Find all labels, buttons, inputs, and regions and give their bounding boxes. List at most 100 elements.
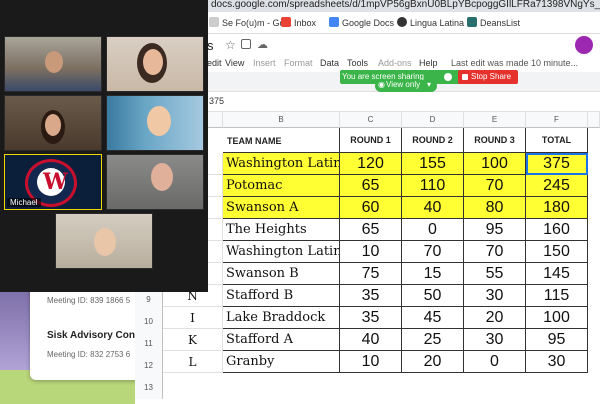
column-header-b[interactable]: B <box>223 112 340 128</box>
video-tile[interactable] <box>4 36 102 92</box>
cell-team[interactable]: The Heights <box>223 219 340 241</box>
menu-insert[interactable]: Insert <box>253 58 276 68</box>
cell-team[interactable]: Swanson B <box>223 263 340 285</box>
cell-r3[interactable]: 80 <box>464 197 526 219</box>
bookmark-item[interactable]: DeansList <box>467 17 520 28</box>
column-header-g[interactable] <box>588 112 600 128</box>
cell-r1[interactable]: 35 <box>340 285 402 307</box>
cell-r2[interactable]: 155 <box>402 153 464 175</box>
cell-r3[interactable]: 30 <box>464 285 526 307</box>
row-number[interactable]: 9 <box>135 289 163 311</box>
cell-r3[interactable]: 95 <box>464 219 526 241</box>
cell-r3[interactable]: 0 <box>464 351 526 373</box>
cell-total[interactable]: 160 <box>526 219 588 241</box>
cell-r2[interactable]: 110 <box>402 175 464 197</box>
cell-r2[interactable]: 0 <box>402 219 464 241</box>
video-tile[interactable] <box>4 95 102 151</box>
cell-r3[interactable]: 20 <box>464 307 526 329</box>
header-total[interactable]: TOTAL <box>526 128 588 153</box>
bookmark-item[interactable]: Se Fo(u)m - Go... <box>209 17 292 28</box>
cell-team[interactable]: Lake Braddock <box>223 307 340 329</box>
video-tile[interactable] <box>106 95 204 151</box>
cell-total[interactable]: 95 <box>526 329 588 351</box>
last-edit-link[interactable]: Last edit was made 10 minute... <box>451 58 578 68</box>
cell-total[interactable]: 145 <box>526 263 588 285</box>
video-tile[interactable] <box>106 36 204 92</box>
row-number[interactable]: 11 <box>135 333 163 355</box>
view-only-badge[interactable]: ◉ View only ▾ <box>375 80 437 92</box>
cell-rank[interactable]: K <box>163 329 223 351</box>
cell-rank[interactable]: I <box>163 307 223 329</box>
header-round-1[interactable]: ROUND 1 <box>340 128 402 153</box>
cell-r1[interactable]: 65 <box>340 219 402 241</box>
row-number[interactable]: 13 <box>135 377 163 399</box>
cell-r1[interactable]: 120 <box>340 153 402 175</box>
column-header-f[interactable]: F <box>526 112 588 128</box>
score-text: 45 <box>423 309 442 326</box>
cell-total[interactable]: 375 <box>526 153 588 175</box>
cell-r1[interactable]: 35 <box>340 307 402 329</box>
cell-total[interactable]: 115 <box>526 285 588 307</box>
cell-team[interactable]: Stafford A <box>223 329 340 351</box>
menu-data[interactable]: Data <box>320 58 339 68</box>
cell-r2[interactable]: 40 <box>402 197 464 219</box>
video-tile[interactable] <box>106 154 204 210</box>
cell-r3[interactable]: 30 <box>464 329 526 351</box>
column-header-e[interactable]: E <box>464 112 526 128</box>
cell-r3[interactable]: 55 <box>464 263 526 285</box>
cell-r2[interactable]: 50 <box>402 285 464 307</box>
cell-r1[interactable]: 60 <box>340 197 402 219</box>
cell-r1[interactable]: 40 <box>340 329 402 351</box>
menu-view[interactable]: View <box>225 58 244 68</box>
menu-edit[interactable]: edit <box>207 58 222 68</box>
cell-total[interactable]: 100 <box>526 307 588 329</box>
cell-total[interactable]: 245 <box>526 175 588 197</box>
cell-team[interactable]: Potomac <box>223 175 340 197</box>
column-header-c[interactable]: C <box>340 112 402 128</box>
menu-tools[interactable]: Tools <box>347 58 368 68</box>
cell-team[interactable]: Washington Latin A <box>223 241 340 263</box>
cell-r1[interactable]: 65 <box>340 175 402 197</box>
stop-share-button[interactable]: Stop Share <box>458 70 518 84</box>
menu-addons[interactable]: Add-ons <box>378 58 412 68</box>
bookmark-item[interactable]: Inbox <box>281 17 316 28</box>
bookmark-item[interactable]: Lingua Latina <box>397 17 464 28</box>
cell-r2[interactable]: 70 <box>402 241 464 263</box>
avatar[interactable] <box>575 36 593 54</box>
cell-total[interactable]: 150 <box>526 241 588 263</box>
video-tile-active-speaker[interactable]: W Michael <box>4 154 102 210</box>
column-header-d[interactable]: D <box>402 112 464 128</box>
cell-team[interactable]: Washington Latin B <box>223 153 340 175</box>
formula-value[interactable]: 375 <box>209 96 224 106</box>
cell-r2[interactable]: 15 <box>402 263 464 285</box>
row-number[interactable]: 12 <box>135 355 163 377</box>
cell-total[interactable]: 180 <box>526 197 588 219</box>
url-text[interactable]: docs.google.com/spreadsheets/d/1mpVP56gB… <box>211 0 600 10</box>
cell-r3[interactable]: 70 <box>464 241 526 263</box>
cell-r1[interactable]: 10 <box>340 351 402 373</box>
cell-rank[interactable]: L <box>163 351 223 373</box>
row-number[interactable]: 10 <box>135 311 163 333</box>
header-round-2[interactable]: ROUND 2 <box>402 128 464 153</box>
cell-team[interactable]: Stafford B <box>223 285 340 307</box>
cell-team[interactable]: Swanson A <box>223 197 340 219</box>
header-team-name[interactable]: TEAM NAME <box>223 128 340 153</box>
cell-r1[interactable]: 10 <box>340 241 402 263</box>
menu-format[interactable]: Format <box>284 58 313 68</box>
star-icon[interactable]: ☆ <box>225 38 236 52</box>
cell-r3[interactable]: 100 <box>464 153 526 175</box>
bookmark-item[interactable]: Google Docs <box>329 17 394 28</box>
meeting-title[interactable]: Sisk Advisory Con <box>47 330 135 341</box>
score-text: 10 <box>361 353 380 370</box>
cell-total[interactable]: 30 <box>526 351 588 373</box>
video-tile[interactable] <box>55 213 153 269</box>
header-round-3[interactable]: ROUND 3 <box>464 128 526 153</box>
cell-team[interactable]: Granby <box>223 351 340 373</box>
menu-help[interactable]: Help <box>419 58 438 68</box>
cell-r2[interactable]: 20 <box>402 351 464 373</box>
cell-r3[interactable]: 70 <box>464 175 526 197</box>
cell-r1[interactable]: 75 <box>340 263 402 285</box>
cell-r2[interactable]: 25 <box>402 329 464 351</box>
move-icon[interactable] <box>241 39 251 49</box>
cell-r2[interactable]: 45 <box>402 307 464 329</box>
